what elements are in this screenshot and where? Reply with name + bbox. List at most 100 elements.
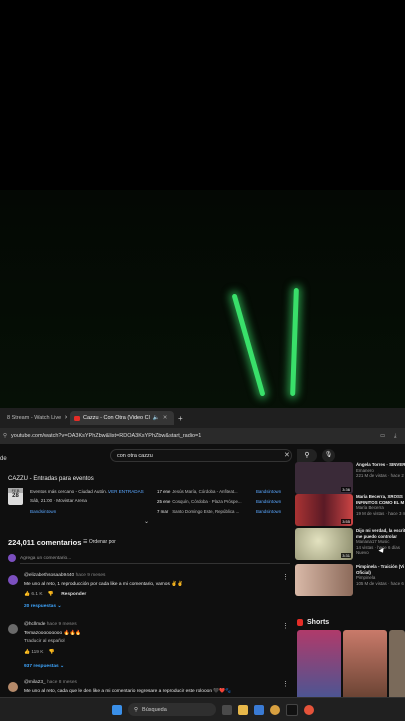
short-thumbnail[interactable] xyxy=(343,630,387,697)
event-date-badge: FEB 28 xyxy=(8,488,23,505)
like-count: 119 K xyxy=(31,650,44,655)
taskbar-search[interactable]: ⚲ Búsqueda xyxy=(128,703,216,716)
short-thumbnail[interactable] xyxy=(297,630,341,697)
event-link[interactable]: Bandsintown xyxy=(256,489,281,494)
comment-actions: 👍 6.1 K 👎 Responder xyxy=(24,592,86,597)
shorts-icon xyxy=(297,619,303,626)
site-info-icon[interactable]: ⚲ xyxy=(3,433,7,439)
green-light-right xyxy=(290,287,299,397)
video-player[interactable] xyxy=(0,0,405,408)
event-row[interactable]: 7 mar Santo Domingo Este, República ... … xyxy=(157,509,281,514)
sort-button[interactable]: ☰ Ordenar por xyxy=(83,539,116,545)
file-explorer-icon[interactable] xyxy=(238,704,248,715)
tiktok-icon[interactable] xyxy=(286,703,298,716)
avatar xyxy=(8,554,16,562)
video-thumbnail[interactable]: 3:31 xyxy=(295,528,353,560)
mic-icon: 🎙 xyxy=(324,452,333,458)
video-title[interactable]: Pimpinela - Traición (Vi xyxy=(356,564,405,570)
avatar[interactable] xyxy=(8,575,18,585)
tab-youtube[interactable]: Cazzu - Con Otra (Video Cl 🔈 ✕ xyxy=(70,411,174,425)
logo-fragment: de xyxy=(0,456,7,462)
replies-count: 20 respuestas xyxy=(24,604,56,609)
event-link[interactable]: Bandsintown xyxy=(256,509,281,514)
video-title[interactable]: Ángela Torres - SINVER xyxy=(356,462,405,468)
event-time-venue: Sáb, 21:00 · Movistar Arena xyxy=(30,498,87,503)
like-count: 6.1 K xyxy=(31,592,43,597)
youtube-icon xyxy=(74,415,80,421)
event-date: 7 mar xyxy=(157,509,169,514)
download-icon[interactable]: ⤓ xyxy=(394,433,396,440)
comment-author[interactable]: @elizabethsosaab9440 hace 9 meses xyxy=(24,573,105,578)
like-icon[interactable]: 👍 xyxy=(24,650,30,655)
replies-toggle[interactable]: 20 respuestas ⌄ xyxy=(24,604,61,609)
chrome-icon[interactable] xyxy=(270,704,280,715)
event-row[interactable]: 17 ene Jesús María, Córdoba - Anfiteat..… xyxy=(157,489,281,494)
video-duration: 3:36 xyxy=(341,487,351,492)
author-name: @elizabethsosaab9440 xyxy=(24,573,75,578)
video-thumbnail[interactable]: 3:36 xyxy=(295,462,353,494)
dislike-icon[interactable]: 👎 xyxy=(49,650,55,655)
more-icon[interactable]: ⋮ xyxy=(282,573,289,581)
browser-tab-bar: 8 Stream - Watch Live ✕ Cazzu - Con Otra… xyxy=(0,408,405,428)
event-place: Jesús María, Córdoba - Anfiteat... xyxy=(172,489,238,494)
more-icon[interactable]: ⋮ xyxy=(282,680,289,688)
shorts-header: Shorts xyxy=(297,619,329,626)
search-button[interactable]: ⚲ xyxy=(297,449,317,462)
comment-time: hace 9 meses xyxy=(46,622,77,627)
dislike-icon[interactable]: 👎 xyxy=(48,592,54,597)
video-title[interactable]: María Becerra, XROSS xyxy=(356,494,405,500)
author-name: @hcllmde xyxy=(24,622,46,627)
author-name: @mila23_ xyxy=(24,680,46,685)
task-view-icon[interactable] xyxy=(222,704,232,715)
mic-button[interactable]: 🎙 xyxy=(322,449,335,462)
related-video[interactable]: Pimpinela - Traición (Vi Oficial) Pimpin… xyxy=(295,564,405,597)
divider xyxy=(20,563,290,564)
short-thumbnail[interactable] xyxy=(389,630,405,697)
related-video[interactable]: 3:36 Ángela Torres - SINVER Emanero 221 … xyxy=(295,462,405,495)
avatar[interactable] xyxy=(8,624,18,634)
event-source-link[interactable]: Bandsintown xyxy=(30,509,56,514)
more-icon[interactable]: ⋮ xyxy=(282,622,289,630)
new-tab-button[interactable]: + xyxy=(178,414,183,423)
comment-actions: 👍 119 K 👎 xyxy=(24,650,55,655)
event-row[interactable]: 25 ene Cosquín, Córdoba · Plaza Próspe..… xyxy=(157,499,281,504)
reply-button[interactable]: Responder xyxy=(61,592,86,597)
add-comment-input[interactable]: Agrega un comentario... xyxy=(20,556,71,561)
chevron-down-icon[interactable]: ⌄ xyxy=(144,518,149,525)
app-icon[interactable] xyxy=(304,704,314,715)
sort-icon: ☰ xyxy=(83,539,88,545)
close-icon[interactable]: ✕ xyxy=(64,415,67,421)
add-comment-row[interactable]: Agrega un comentario... xyxy=(8,554,290,564)
comments-count: 224,011 comentarios xyxy=(8,538,82,547)
buy-tickets-link[interactable]: VER ENTRADAS xyxy=(108,489,144,494)
comment-author[interactable]: @mila23_ hace 8 meses xyxy=(24,680,77,685)
like-icon[interactable]: 👍 xyxy=(24,592,30,597)
comment-text: Me uno al reto, cada que le den like a m… xyxy=(24,689,232,694)
url-text[interactable]: youtube.com/watch?v=OA3KsYPhZbw&list=RDO… xyxy=(11,433,201,439)
tab-youtube-label: Cazzu - Con Otra (Video Cl xyxy=(83,415,150,421)
related-video[interactable]: 3:31 Dijo mi verdad, la escrita me puedo… xyxy=(295,528,405,561)
avatar[interactable] xyxy=(8,682,18,692)
cast-icon[interactable]: ▭ xyxy=(380,433,385,439)
next-event-label: Eventos más cercano - Ciudad Autón… xyxy=(30,489,111,494)
video-thumbnail[interactable]: 3:55 xyxy=(295,494,353,526)
windows-start-icon[interactable] xyxy=(112,704,122,715)
comment-author[interactable]: @hcllmde hace 9 meses xyxy=(24,622,77,627)
clear-search-icon[interactable]: ✕ xyxy=(284,451,290,459)
related-video[interactable]: 3:55 María Becerra, XROSS INFINITOS COMO… xyxy=(295,494,405,527)
events-title: CAZZU - Entradas para eventos xyxy=(8,476,94,482)
translate-link[interactable]: Traducir al español xyxy=(24,639,65,644)
replies-toggle[interactable]: 937 respuestas ⌄ xyxy=(24,664,64,669)
search-input[interactable]: con otra cazzu xyxy=(110,449,292,462)
address-bar[interactable]: ⚲ youtube.com/watch?v=OA3KsYPhZbw&list=R… xyxy=(0,428,405,444)
edge-icon[interactable] xyxy=(254,704,264,715)
replies-count: 937 respuestas xyxy=(24,664,59,669)
video-thumbnail[interactable] xyxy=(295,564,353,596)
event-link[interactable]: Bandsintown xyxy=(256,499,281,504)
video-title[interactable]: Dijo mi verdad, la escrita xyxy=(356,528,405,534)
event-place: Cosquín, Córdoba · Plaza Próspe... xyxy=(172,499,242,504)
close-icon[interactable]: ✕ xyxy=(163,415,168,421)
tab-stream[interactable]: 8 Stream - Watch Live ✕ xyxy=(3,411,67,425)
event-place: Santo Domingo Este, República ... xyxy=(172,509,240,514)
speaker-icon[interactable]: 🔈 xyxy=(153,415,160,421)
